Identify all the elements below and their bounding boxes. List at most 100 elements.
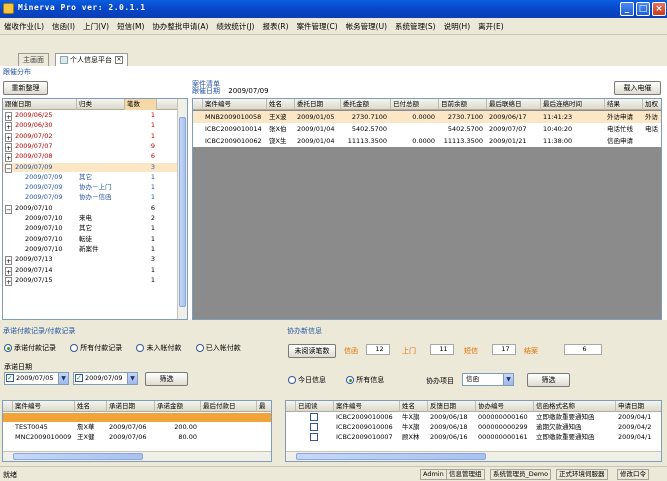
expand-icon[interactable]: + (5, 122, 12, 132)
payment-row[interactable]: MNC2009010009 王X健 2009/07/06 80.00 (3, 433, 271, 442)
col-date[interactable]: 跟催日期 (3, 99, 77, 110)
col-msg-case-no[interactable]: 案件编号 (334, 401, 400, 412)
distribution-row[interactable]: 2009/07/09 协办－上门 1 (3, 183, 179, 192)
menu-item-account[interactable]: 帐务管理(U) (342, 18, 391, 35)
distribution-row[interactable]: 2009/07/10− 6 (3, 204, 179, 214)
messages-filter-button[interactable]: 筛选 (527, 373, 570, 387)
distribution-row[interactable]: 2009/07/07 +9 (3, 142, 179, 152)
chevron-down-icon[interactable]: ▼ (58, 373, 68, 384)
col-weight[interactable]: 加权 (643, 99, 661, 110)
radio-all-messages[interactable]: 所有信息 (346, 376, 384, 384)
expand-icon[interactable]: + (5, 142, 12, 152)
col-entrust-amount[interactable]: 委托金额 (341, 99, 391, 110)
col-balance[interactable]: 目前余额 (439, 99, 487, 110)
menu-item-visit[interactable]: 上门(V) (79, 18, 113, 35)
menu-item-collection[interactable]: 催收作业(L) (0, 18, 48, 35)
chevron-down-icon[interactable]: ▼ (503, 374, 513, 385)
col-msg-name[interactable]: 姓名 (400, 401, 428, 412)
col-apply-date[interactable]: 申请日期 (616, 401, 661, 412)
case-row[interactable]: ICBC2009010014 张X伯 2009/01/04 5402.5700 5402… (193, 123, 661, 135)
col-entrust-date[interactable]: 委托日期 (295, 99, 341, 110)
expand-icon[interactable]: + (5, 276, 12, 286)
menu-item-batch[interactable]: 协办整批申请(A) (148, 18, 212, 35)
message-row[interactable]: ICBC2009010007 顾X林 2009/06/16 000000000161 立… (286, 433, 661, 442)
distribution-row[interactable]: 2009/07/02 +1 (3, 132, 179, 142)
change-password-link[interactable]: 修改口令 (617, 469, 649, 480)
col-case-no[interactable]: 案件编号 (203, 99, 267, 110)
menu-item-case-mgmt[interactable]: 案件管理(C) (293, 18, 342, 35)
col-promise-amount[interactable]: 承诺金额 (155, 401, 201, 412)
radio-promise[interactable]: 承诺付款记录 (4, 344, 56, 352)
load-call-button[interactable]: 载入电催 (614, 81, 661, 95)
distribution-row[interactable]: 2009/07/09− 3 (3, 162, 179, 173)
col-pay-case-no[interactable]: 案件编号 (13, 401, 75, 412)
scroll-thumb[interactable] (179, 117, 186, 307)
distribution-row[interactable]: 2009/07/10 来电 2 (3, 214, 179, 223)
message-row[interactable]: ICBC2009010006 牛X旗 2009/06/18 000000000299 逾… (286, 423, 661, 432)
col-last-contact-time[interactable]: 最后连络时间 (541, 99, 605, 110)
distribution-row[interactable]: 2009/07/14 +1 (3, 266, 179, 276)
col-last-contact-date[interactable]: 最后联络日 (487, 99, 541, 110)
date-from-checkbox[interactable] (6, 373, 14, 384)
radio-today[interactable]: 今日信息 (288, 376, 326, 384)
distribution-row[interactable]: 2009/07/10 其它 1 (3, 224, 179, 233)
close-tab-icon[interactable]: × (115, 56, 123, 64)
message-row[interactable]: ICBC2009010006 牛X旗 2009/06/18 000000000160 立… (286, 413, 661, 422)
date-from-picker[interactable]: 2009/07/05 ▼ (4, 372, 69, 385)
col-last-pay-date[interactable]: 最后付款日 (201, 401, 257, 412)
date-to-picker[interactable]: 2009/07/09 ▼ (73, 372, 138, 385)
menu-item-exit[interactable]: 离开(E) (474, 18, 508, 35)
minimize-button[interactable]: _ (620, 2, 634, 16)
tab-home[interactable]: 主画面 (18, 53, 49, 66)
radio-all-payments[interactable]: 所有付款记录 (70, 344, 122, 352)
col-type[interactable]: 归类 (77, 99, 125, 110)
distribution-row[interactable]: 2009/07/10 転徒 1 (3, 235, 179, 244)
radio-unposted[interactable]: 未入帐付款 (136, 344, 181, 352)
maximize-button[interactable]: □ (636, 2, 650, 16)
col-assist-no[interactable]: 协办编号 (476, 401, 534, 412)
distribution-row[interactable]: 2009/07/08 +6 (3, 152, 179, 163)
tab-personal[interactable]: 个人信息平台 × (55, 53, 128, 66)
expand-icon[interactable]: + (5, 112, 12, 121)
expand-icon[interactable]: − (5, 204, 12, 214)
chevron-down-icon[interactable]: ▼ (127, 373, 137, 384)
read-checkbox[interactable] (310, 413, 318, 421)
project-select[interactable]: 信函 ▼ (462, 373, 514, 386)
distribution-row[interactable]: 2009/07/10 新案件 1 (3, 245, 179, 254)
payment-row[interactable]: TEST0045 詹X華 2009/07/06 200.00 (3, 423, 271, 432)
col-read[interactable]: 已阅读 (296, 401, 334, 412)
date-to-checkbox[interactable] (75, 373, 83, 384)
expand-icon[interactable]: + (5, 153, 12, 163)
distribution-row[interactable]: 2009/07/15 +1 (3, 276, 179, 286)
unread-count-button[interactable]: 未阅读笔数 (288, 344, 336, 358)
read-checkbox[interactable] (310, 433, 318, 441)
expand-icon[interactable]: + (5, 266, 12, 276)
col-paid-total[interactable]: 已付总额 (391, 99, 439, 110)
case-row[interactable]: MNB2009010058 王X波 2009/01/05 2730.7100 0.000… (193, 111, 661, 123)
col-more[interactable]: 最 (257, 401, 271, 412)
menu-item-sms[interactable]: 短信(M) (113, 18, 148, 35)
payments-filter-button[interactable]: 筛选 (145, 372, 188, 386)
expand-icon[interactable]: + (5, 132, 12, 142)
distribution-scrollbar[interactable] (177, 99, 187, 319)
distribution-row[interactable]: 2009/07/09 其它 1 (3, 173, 179, 182)
distribution-row[interactable]: 2009/07/09 协办－信函 1 (3, 193, 179, 202)
expand-icon[interactable]: + (5, 256, 12, 266)
menu-item-help[interactable]: 说明(H) (440, 18, 475, 35)
expand-icon[interactable]: − (5, 163, 12, 173)
messages-hscroll[interactable] (286, 451, 661, 461)
payments-hscroll[interactable] (3, 451, 271, 461)
menu-item-performance[interactable]: 绩效统计(J) (212, 18, 258, 35)
close-button[interactable]: × (652, 2, 666, 16)
menu-item-reports[interactable]: 报表(R) (258, 18, 292, 35)
menu-item-letter[interactable]: 信函(I) (48, 18, 79, 35)
menu-item-system[interactable]: 系统管理(S) (391, 18, 440, 35)
distribution-row[interactable]: 2009/06/25 +1 (3, 111, 179, 121)
col-pay-name[interactable]: 姓名 (75, 401, 107, 412)
distribution-row[interactable]: 2009/06/30 +1 (3, 121, 179, 132)
refresh-button[interactable]: 重新整理 (3, 81, 48, 95)
col-promise-date[interactable]: 承诺日期 (107, 401, 155, 412)
distribution-row[interactable]: 2009/07/13 +3 (3, 255, 179, 266)
col-feedback-date[interactable]: 反馈日期 (428, 401, 476, 412)
payment-row[interactable] (3, 413, 271, 422)
